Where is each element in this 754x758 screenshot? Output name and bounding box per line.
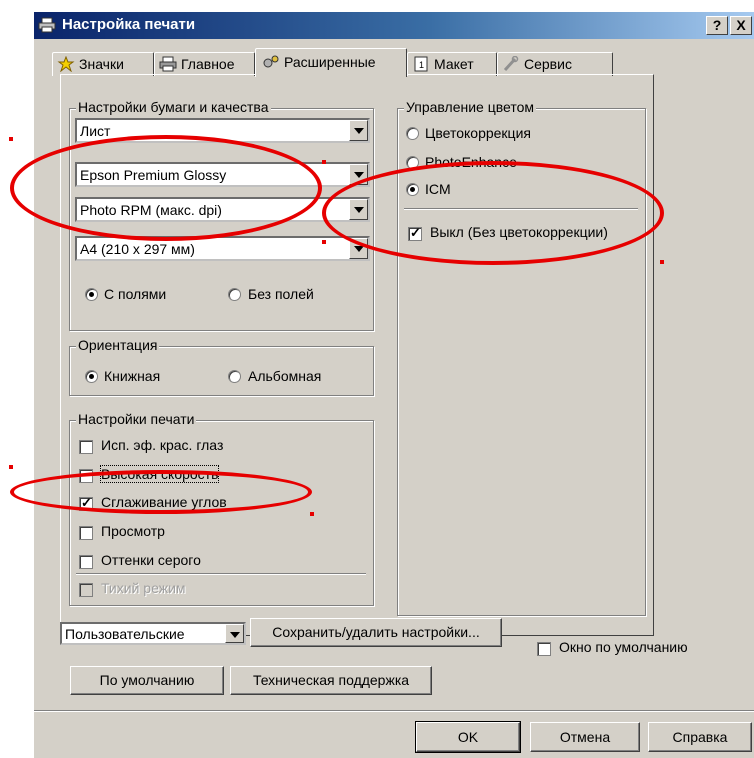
grayscale-label: Оттенки серого (101, 552, 201, 568)
footer-divider (34, 710, 754, 712)
group-title: Управление цветом (404, 99, 537, 115)
grayscale-checkbox[interactable] (79, 555, 93, 569)
borders-radio[interactable] (85, 288, 98, 301)
borderless-label: Без полей (248, 286, 314, 302)
wrench-icon (503, 56, 519, 72)
printer-icon (38, 17, 56, 33)
help-button[interactable]: ? (706, 16, 728, 35)
group-title: Настройки бумаги и качества (76, 99, 271, 115)
annotation-dot (310, 512, 314, 516)
divider (76, 573, 366, 575)
print-settings-group: Настройки печати Исп. эф. крас. глаз Выс… (69, 411, 374, 606)
preview-checkbox[interactable] (79, 526, 93, 540)
tab-layout[interactable]: 1 Макет (407, 52, 497, 76)
portrait-label: Книжная (104, 368, 161, 384)
borderless-radio[interactable] (228, 288, 241, 301)
quiet-mode-checkbox[interactable] (79, 583, 93, 597)
chevron-down-icon[interactable] (225, 624, 244, 643)
cancel-button[interactable]: Отмена (530, 722, 640, 752)
tab-main[interactable]: Главное (154, 52, 255, 76)
annotation-dot (322, 160, 326, 164)
tab-label: Сервис (524, 56, 572, 72)
save-delete-settings-button[interactable]: Сохранить/удалить настройки... (250, 618, 502, 647)
default-window-label: Окно по умолчанию (559, 639, 688, 655)
star-icon (57, 56, 75, 72)
chevron-down-icon[interactable] (349, 120, 368, 141)
tab-service[interactable]: Сервис (497, 52, 613, 76)
printer-icon (159, 56, 177, 72)
print-settings-dialog: Настройка печати ? X Значки Главное Расш… (34, 12, 754, 758)
annotation-ellipse-edge-smoothing (10, 470, 312, 514)
gears-icon (263, 55, 279, 68)
portrait-radio[interactable] (85, 370, 98, 383)
svg-text:1: 1 (419, 60, 424, 70)
landscape-label: Альбомная (248, 368, 322, 384)
window-title: Настройка печати (62, 16, 196, 33)
quiet-mode-label: Тихий режим (101, 580, 186, 596)
tab-label: Главное (181, 56, 235, 72)
borders-label: С полями (104, 286, 167, 302)
tab-label: Расширенные (284, 54, 376, 70)
orientation-group: Ориентация Книжная Альбомная (69, 337, 374, 396)
group-title: Настройки печати (76, 411, 197, 427)
tab-icons[interactable]: Значки (52, 52, 154, 76)
preset-select[interactable]: Пользовательские (60, 622, 246, 645)
tab-label: Макет (434, 56, 474, 72)
annotation-dot (9, 465, 13, 469)
close-button[interactable]: X (730, 16, 752, 35)
preview-label: Просмотр (101, 523, 165, 539)
page-icon: 1 (414, 56, 428, 72)
title-bar[interactable]: Настройка печати ? X (34, 12, 754, 39)
color-controls-label: Цветокоррекция (425, 125, 531, 141)
default-window-checkbox[interactable] (537, 642, 551, 656)
defaults-button[interactable]: По умолчанию (70, 666, 224, 695)
group-title: Ориентация (76, 337, 160, 353)
annotation-dot (9, 137, 13, 141)
annotation-ellipse-icm (322, 161, 664, 265)
tab-advanced[interactable]: Расширенные (255, 48, 407, 77)
red-eye-label: Исп. эф. крас. глаз (101, 437, 224, 453)
annotation-ellipse-media-quality (10, 135, 322, 241)
help-footer-button[interactable]: Справка (648, 722, 752, 752)
ok-button[interactable]: OK (415, 721, 521, 753)
red-eye-checkbox[interactable] (79, 440, 93, 454)
landscape-radio[interactable] (228, 370, 241, 383)
annotation-dot (660, 260, 664, 264)
tech-support-button[interactable]: Техническая поддержка (230, 666, 432, 695)
annotation-dot (322, 240, 326, 244)
tab-label: Значки (79, 56, 124, 72)
color-controls-radio[interactable] (406, 127, 419, 140)
